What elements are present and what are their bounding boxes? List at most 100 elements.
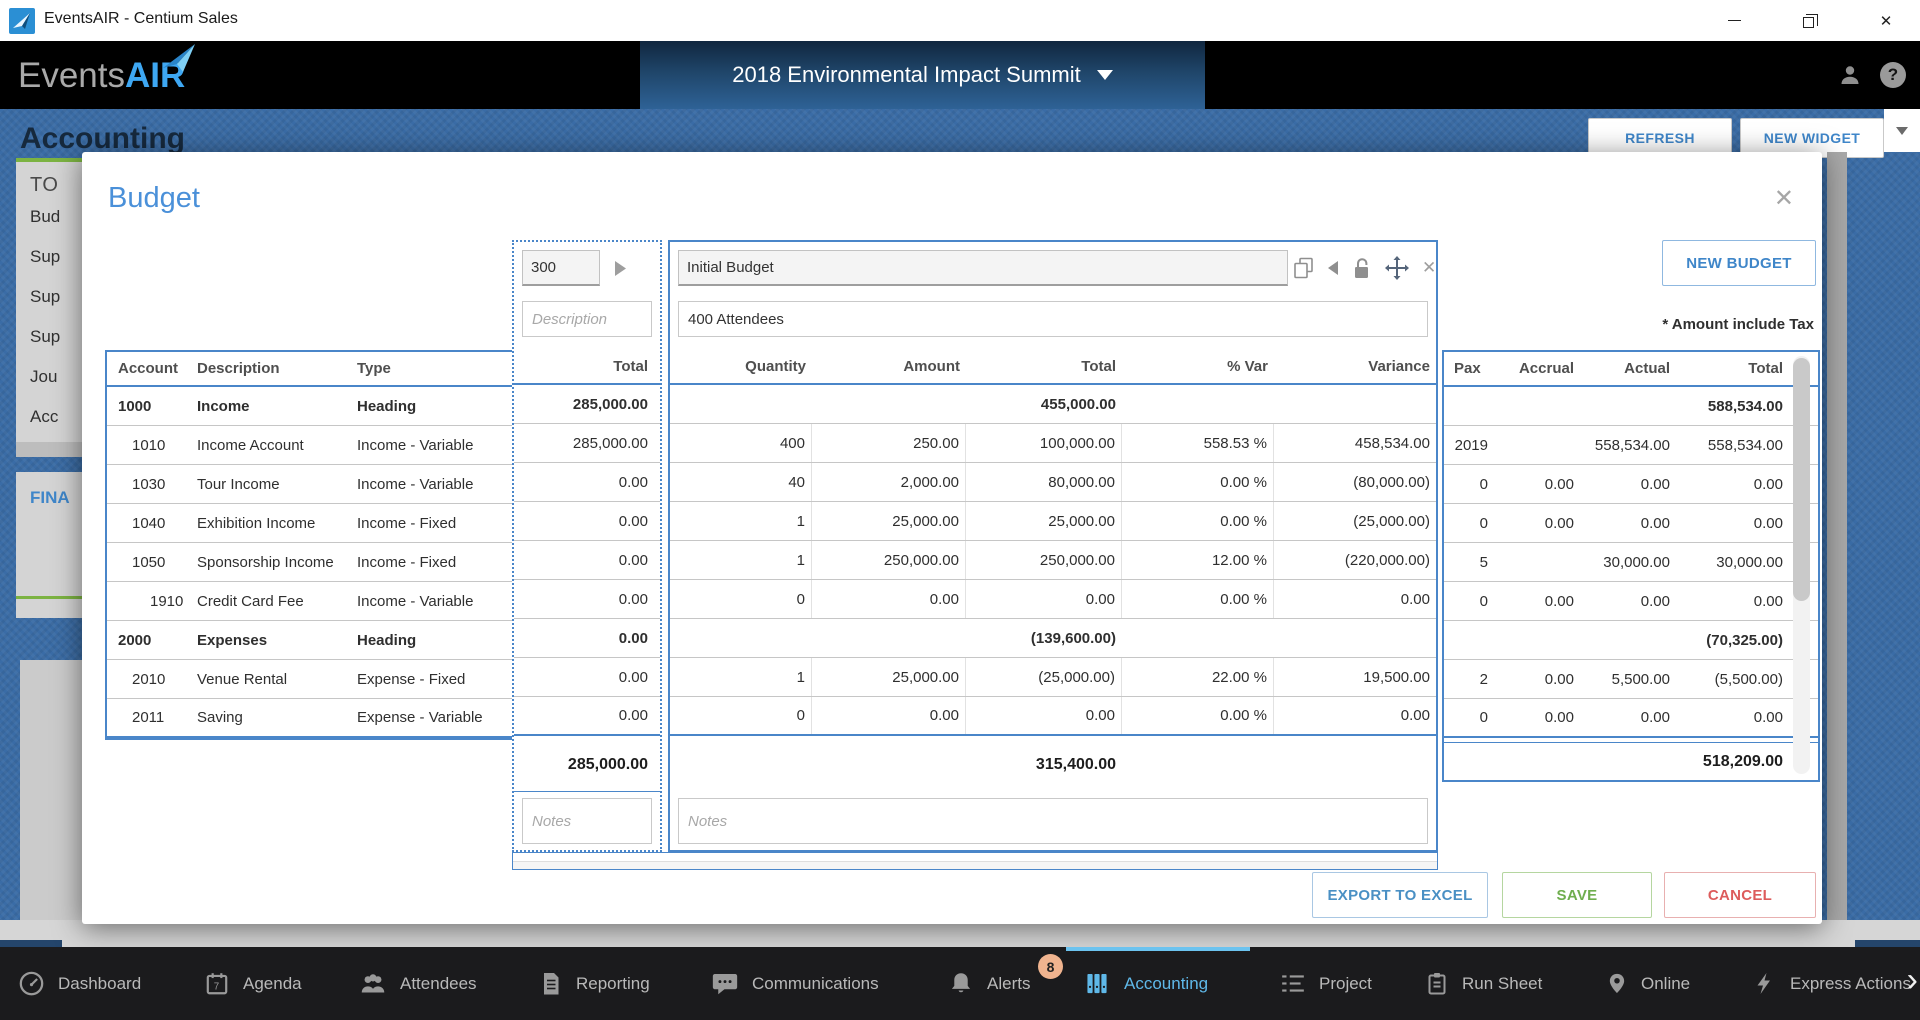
cell-account[interactable]: 1910 — [107, 582, 192, 620]
cell-account[interactable]: 1030 — [107, 465, 192, 503]
cell-description[interactable]: Sponsorship Income — [192, 543, 340, 581]
cell-amount[interactable]: 25,000.00 — [812, 658, 966, 696]
cell-pax[interactable]: 2019 — [1444, 426, 1492, 464]
budget-code-input[interactable] — [522, 250, 600, 286]
cell-amount[interactable]: 250,000.00 — [812, 541, 966, 579]
nav-item-express-actions[interactable]: Express Actions — [1753, 947, 1911, 1020]
cell-total[interactable]: 285,000.00 — [514, 385, 660, 423]
window-restore-button[interactable] — [1781, 0, 1839, 41]
alerts-badge[interactable]: 8 — [1038, 954, 1063, 979]
cell-accrual[interactable] — [1492, 387, 1578, 425]
cell-variance[interactable] — [1274, 619, 1436, 657]
cell-description[interactable]: Expenses — [192, 621, 340, 659]
new-widget-dropdown[interactable] — [1884, 109, 1920, 152]
description-input[interactable] — [522, 301, 652, 337]
save-button[interactable]: SAVE — [1502, 872, 1652, 918]
budget-name-input[interactable] — [678, 250, 1288, 286]
nav-item-run-sheet[interactable]: Run Sheet — [1425, 947, 1542, 1020]
cell-var_pct[interactable] — [1122, 619, 1274, 657]
cell-description[interactable]: Income — [192, 387, 340, 425]
cell-accrual[interactable]: 0.00 — [1492, 582, 1578, 620]
cell-variance[interactable]: (220,000.00) — [1274, 541, 1436, 579]
cell-pax[interactable] — [1444, 621, 1492, 659]
cell-pax[interactable] — [1444, 387, 1492, 425]
cell-pax[interactable]: 2 — [1444, 660, 1492, 698]
nav-item-online[interactable]: Online — [1606, 947, 1690, 1020]
cell-amount[interactable]: 2,000.00 — [812, 463, 966, 501]
unlock-icon[interactable] — [1352, 257, 1372, 280]
cell-type[interactable]: Income - Fixed — [340, 504, 512, 542]
export-to-excel-button[interactable]: EXPORT TO EXCEL — [1312, 872, 1488, 918]
budget-horizontal-scrollbar[interactable] — [512, 852, 1438, 870]
notes-input-main[interactable] — [678, 798, 1428, 844]
budget-description-input[interactable] — [678, 301, 1428, 337]
cell-type[interactable]: Income - Variable — [340, 465, 512, 503]
cell-var_pct[interactable]: 0.00 % — [1122, 580, 1274, 618]
cell-type[interactable]: Expense - Fixed — [340, 660, 512, 698]
page-horizontal-scrollbar[interactable] — [0, 920, 1920, 947]
cell-accrual[interactable]: 0.00 — [1492, 504, 1578, 542]
cell-total[interactable]: 0.00 — [514, 697, 660, 734]
cell-actual[interactable]: 558,534.00 — [1578, 426, 1674, 464]
cell-variance[interactable]: 19,500.00 — [1274, 658, 1436, 696]
window-minimize-button[interactable] — [1705, 0, 1763, 41]
cell-qty[interactable]: 400 — [670, 424, 812, 462]
move-icon[interactable] — [1385, 256, 1409, 280]
cell-pax[interactable]: 0 — [1444, 582, 1492, 620]
user-icon[interactable] — [1838, 63, 1862, 87]
cell-var_pct[interactable]: 22.00 % — [1122, 658, 1274, 696]
cell-total[interactable]: 0.00 — [514, 658, 660, 696]
cell-actual[interactable] — [1578, 621, 1674, 659]
cell-actual[interactable] — [1578, 387, 1674, 425]
cell-amount[interactable]: 25,000.00 — [812, 502, 966, 540]
cell-actual[interactable]: 5,500.00 — [1578, 660, 1674, 698]
cell-type[interactable]: Heading — [340, 387, 512, 425]
cell-account[interactable]: 1010 — [107, 426, 192, 464]
cell-accrual[interactable] — [1492, 543, 1578, 581]
cell-total[interactable]: 0.00 — [514, 502, 660, 540]
cell-mtotal[interactable]: 0.00 — [966, 580, 1122, 618]
cell-type[interactable]: Income - Variable — [340, 426, 512, 464]
cell-accrual[interactable]: 0.00 — [1492, 699, 1578, 736]
cell-total[interactable]: 0.00 — [514, 580, 660, 618]
cell-amount[interactable] — [812, 385, 966, 423]
window-close-button[interactable]: ✕ — [1857, 0, 1915, 41]
cell-mtotal[interactable]: 100,000.00 — [966, 424, 1122, 462]
cell-qty[interactable]: 1 — [670, 541, 812, 579]
cancel-button[interactable]: CANCEL — [1664, 872, 1816, 918]
cell-qty[interactable]: 1 — [670, 658, 812, 696]
cell-mtotal[interactable]: (139,600.00) — [966, 619, 1122, 657]
cell-accrual[interactable]: 0.00 — [1492, 465, 1578, 503]
clear-budget-icon[interactable]: ✕ — [1422, 258, 1436, 278]
cell-actual[interactable]: 0.00 — [1578, 699, 1674, 736]
nav-item-reporting[interactable]: Reporting — [539, 947, 650, 1020]
cell-mtotal[interactable]: (25,000.00) — [966, 658, 1122, 696]
cell-description[interactable]: Venue Rental — [192, 660, 340, 698]
cell-total[interactable]: 0.00 — [514, 619, 660, 657]
nav-item-project[interactable]: Project — [1280, 947, 1372, 1020]
cell-var_pct[interactable]: 558.53 % — [1122, 424, 1274, 462]
cell-accrual[interactable]: 0.00 — [1492, 660, 1578, 698]
cell-account[interactable]: 1040 — [107, 504, 192, 542]
cell-var_pct[interactable]: 0.00 % — [1122, 697, 1274, 734]
cell-type[interactable]: Heading — [340, 621, 512, 659]
new-budget-button[interactable]: NEW BUDGET — [1662, 240, 1816, 286]
cell-account[interactable]: 2011 — [107, 699, 192, 736]
cell-variance[interactable]: 0.00 — [1274, 697, 1436, 734]
cell-pax[interactable]: 0 — [1444, 504, 1492, 542]
cell-variance[interactable]: (80,000.00) — [1274, 463, 1436, 501]
cell-mtotal[interactable]: 25,000.00 — [966, 502, 1122, 540]
modal-close-button[interactable]: ✕ — [1774, 184, 1794, 213]
back-arrow-icon[interactable] — [1327, 260, 1339, 276]
cell-description[interactable]: Saving — [192, 699, 340, 736]
cell-qty[interactable] — [670, 619, 812, 657]
cell-account[interactable]: 2010 — [107, 660, 192, 698]
cell-qty[interactable]: 1 — [670, 502, 812, 540]
cell-account[interactable]: 1050 — [107, 543, 192, 581]
cell-var_pct[interactable]: 12.00 % — [1122, 541, 1274, 579]
cell-mtotal[interactable]: 250,000.00 — [966, 541, 1122, 579]
cell-variance[interactable]: 458,534.00 — [1274, 424, 1436, 462]
notes-input-left[interactable] — [522, 798, 652, 844]
copy-icon[interactable] — [1293, 257, 1314, 280]
cell-description[interactable]: Tour Income — [192, 465, 340, 503]
